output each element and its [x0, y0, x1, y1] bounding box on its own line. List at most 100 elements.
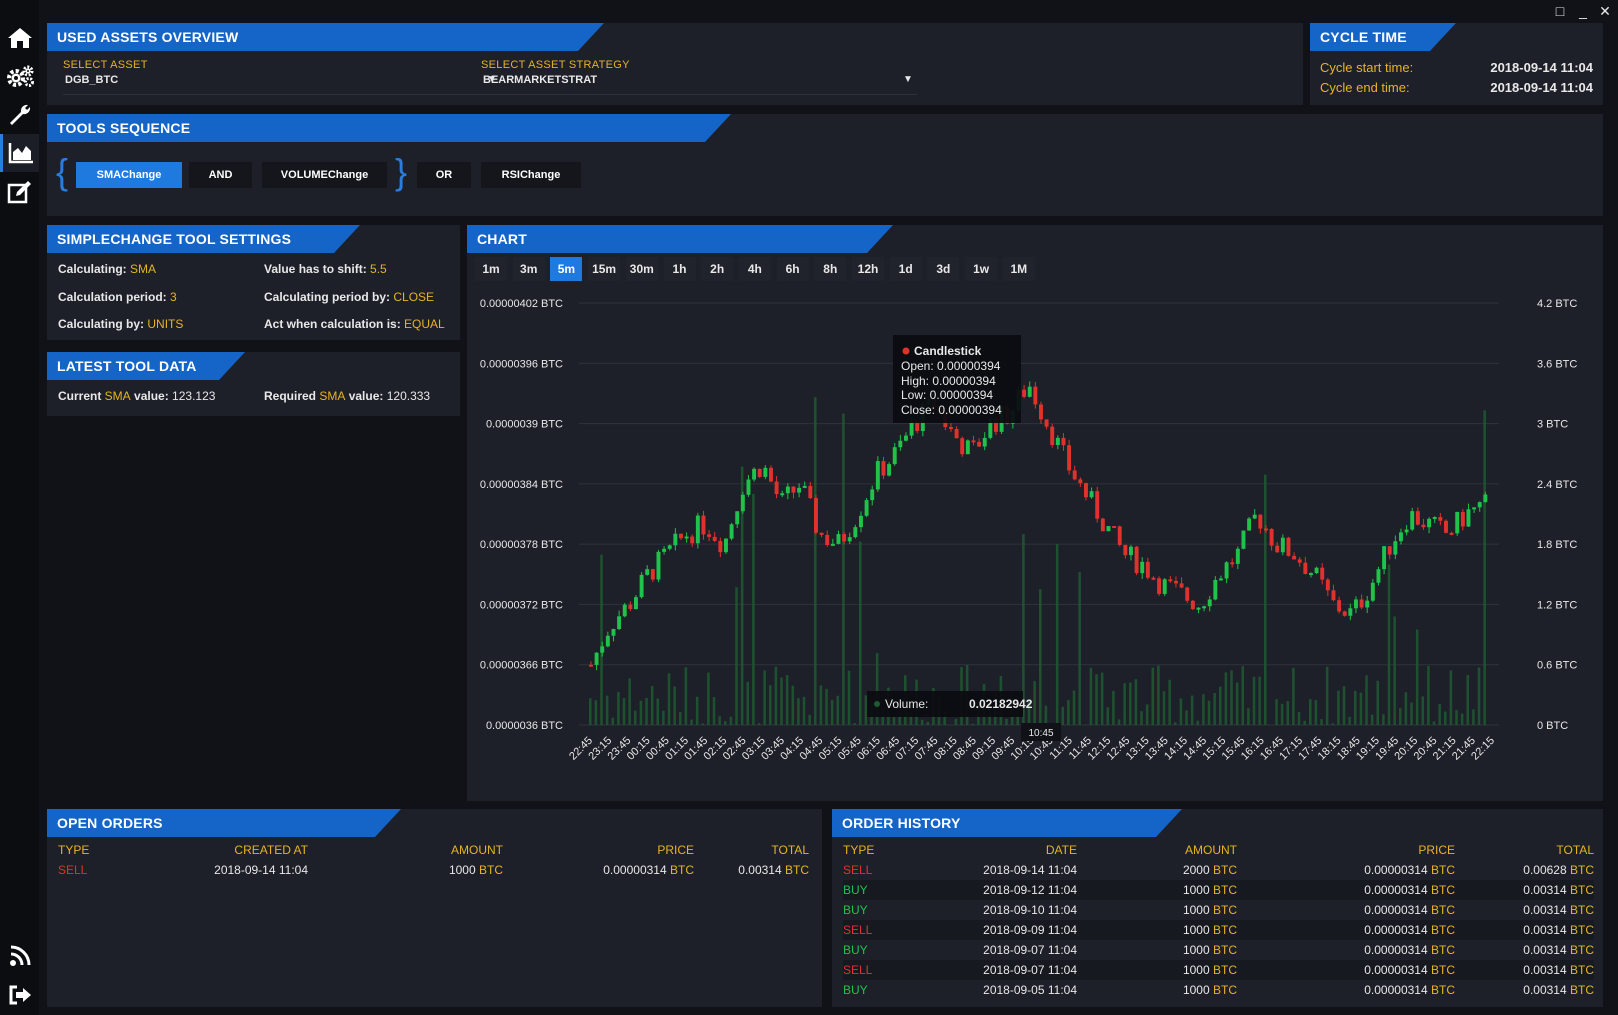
- candle-body: [1393, 541, 1398, 555]
- timeframe-button[interactable]: 6h: [776, 257, 809, 281]
- volume-bar: [853, 723, 856, 725]
- order-price: 0.00000314 BTC: [1237, 920, 1455, 940]
- candle-body: [1230, 562, 1235, 565]
- operator-and-button[interactable]: AND: [189, 162, 252, 188]
- candle-body: [600, 646, 605, 653]
- order-price: 0.00000314 BTC: [1237, 880, 1455, 900]
- volume-bar: [605, 695, 609, 725]
- table-row[interactable]: SELL 2018-09-09 11:04 1000 BTC 0.00000314 B…: [843, 920, 1594, 940]
- timeframe-button[interactable]: 3m: [512, 257, 545, 281]
- volume-bar: [1190, 695, 1194, 725]
- table-row[interactable]: BUY 2018-09-07 11:04 1000 BTC 0.00000314 BT…: [843, 940, 1594, 960]
- volume-bar: [1348, 716, 1351, 725]
- y2-axis-label: 4.2 BTC: [1537, 298, 1577, 310]
- order-type: SELL: [843, 960, 933, 980]
- tool-smachange-button[interactable]: SMAChange: [76, 162, 182, 188]
- tool-volumechange-button[interactable]: VOLUMEChange: [262, 162, 387, 188]
- timeframe-button[interactable]: 15m: [588, 257, 621, 281]
- volume-bar: [634, 710, 637, 725]
- candle-body: [1314, 567, 1319, 574]
- tool-rsichange-button[interactable]: RSIChange: [481, 162, 581, 188]
- volume-bar: [1219, 686, 1222, 725]
- logout-icon[interactable]: [0, 976, 39, 1014]
- volume-bar: [1370, 714, 1374, 725]
- candle-body: [1241, 530, 1246, 549]
- timeframe-button[interactable]: 1h: [663, 257, 696, 281]
- candle-body: [1292, 555, 1297, 560]
- candle-body: [695, 515, 700, 544]
- gears-icon[interactable]: [0, 57, 39, 95]
- col-created-at: CREATED AT: [234, 843, 308, 857]
- home-icon[interactable]: [0, 19, 39, 57]
- order-price: 0.00000314 BTC: [1364, 983, 1455, 997]
- asset-select[interactable]: DGB_BTC ▼: [63, 74, 503, 94]
- candle-body: [971, 440, 976, 443]
- order-date: 2018-09-14 11:04: [214, 863, 308, 877]
- timeframe-button[interactable]: 1w: [965, 257, 998, 281]
- candle-body: [639, 574, 644, 598]
- minimize-button[interactable]: _: [1572, 2, 1594, 20]
- timeframe-button[interactable]: 1d: [889, 257, 922, 281]
- volume-bar: [1061, 706, 1065, 725]
- area-chart-icon[interactable]: [0, 134, 39, 172]
- candle-body: [1269, 528, 1274, 546]
- volume-bar: [1303, 720, 1306, 725]
- crosshair-label: 10:45: [1028, 728, 1053, 739]
- order-amount: 1000 BTC: [1077, 920, 1237, 940]
- timeframe-button[interactable]: 2h: [701, 257, 734, 281]
- operator-or-button[interactable]: OR: [417, 162, 471, 188]
- close-button[interactable]: ✕: [1594, 2, 1616, 20]
- order-amount: 1000 BTC: [448, 863, 503, 877]
- candle-body: [1084, 483, 1088, 498]
- candle-body: [746, 479, 751, 495]
- table-row[interactable]: SELL 2018-09-14 11:04 2000 BTC 0.00000314 B…: [843, 860, 1594, 880]
- volume-bar: [954, 719, 958, 725]
- volume-bar: [1185, 710, 1188, 725]
- volume-bar: [1354, 690, 1357, 725]
- strategy-select[interactable]: BEARMARKETSTRAT ▼: [481, 74, 921, 94]
- table-row[interactable]: BUY 2018-09-12 11:04 1000 BTC 0.00000314 BT…: [843, 880, 1594, 900]
- volume-bar: [1286, 701, 1290, 725]
- candle-body: [1444, 520, 1448, 533]
- candle-body: [1303, 562, 1308, 574]
- volume-bar: [1067, 700, 1070, 725]
- y-axis-label: 0.0000036 BTC: [486, 720, 563, 732]
- rss-icon[interactable]: [0, 937, 39, 975]
- timeframe-button[interactable]: 8h: [814, 257, 847, 281]
- candle-body: [797, 487, 802, 493]
- timeframe-button[interactable]: 3d: [927, 257, 960, 281]
- timeframe-button[interactable]: 4h: [738, 257, 771, 281]
- wrench-icon[interactable]: [0, 96, 39, 134]
- candle-body: [825, 534, 830, 545]
- tooltip-open: Open: 0.00000394: [901, 359, 1001, 373]
- table-row[interactable]: SELL 2018-09-14 11:04 1000 BTC 0.00000314 B…: [58, 860, 809, 880]
- timeframe-button[interactable]: 1m: [475, 257, 507, 281]
- setting-act: Act when calculation is: EQUAL: [264, 317, 445, 331]
- candle-body: [1129, 546, 1133, 556]
- order-amount: 1000 BTC: [1077, 880, 1237, 900]
- edit-icon[interactable]: [0, 173, 39, 211]
- table-row[interactable]: SELL 2018-09-07 11:04 1000 BTC 0.00000314 B…: [843, 960, 1594, 980]
- timeframe-button[interactable]: 5m: [550, 257, 583, 281]
- volume-bar: [757, 723, 761, 725]
- volume-bar: [650, 686, 654, 725]
- candle-body: [662, 548, 667, 552]
- candle-body: [853, 527, 858, 538]
- volume-bar: [808, 714, 811, 725]
- chart-title: CHART: [467, 225, 893, 253]
- candlestick-chart[interactable]: 0.00000402 BTC 4.2 BTC 0.00000396 BTC 3.6 B…: [467, 291, 1603, 801]
- volume-bar: [774, 666, 778, 725]
- table-row[interactable]: BUY 2018-09-05 11:04 1000 BTC 0.00000314 BT…: [843, 980, 1594, 1000]
- volume-bar: [1235, 682, 1239, 725]
- timeframe-button[interactable]: 12h: [852, 257, 884, 281]
- candle-body: [1331, 590, 1336, 601]
- order-total: 0.00314 BTC: [1523, 943, 1594, 957]
- maximize-button[interactable]: □: [1549, 2, 1571, 20]
- timeframe-button[interactable]: 30m: [625, 257, 658, 281]
- open-orders-panel: OPEN ORDERS TYPE CREATED AT AMOUNT PRICE…: [47, 809, 822, 1007]
- volume-bar: [690, 719, 693, 725]
- table-row[interactable]: BUY 2018-09-10 11:04 1000 BTC 0.00000314 BT…: [843, 900, 1594, 920]
- timeframe-button[interactable]: 1M: [1002, 257, 1035, 281]
- candle-body: [622, 604, 627, 617]
- candle-body: [673, 533, 678, 546]
